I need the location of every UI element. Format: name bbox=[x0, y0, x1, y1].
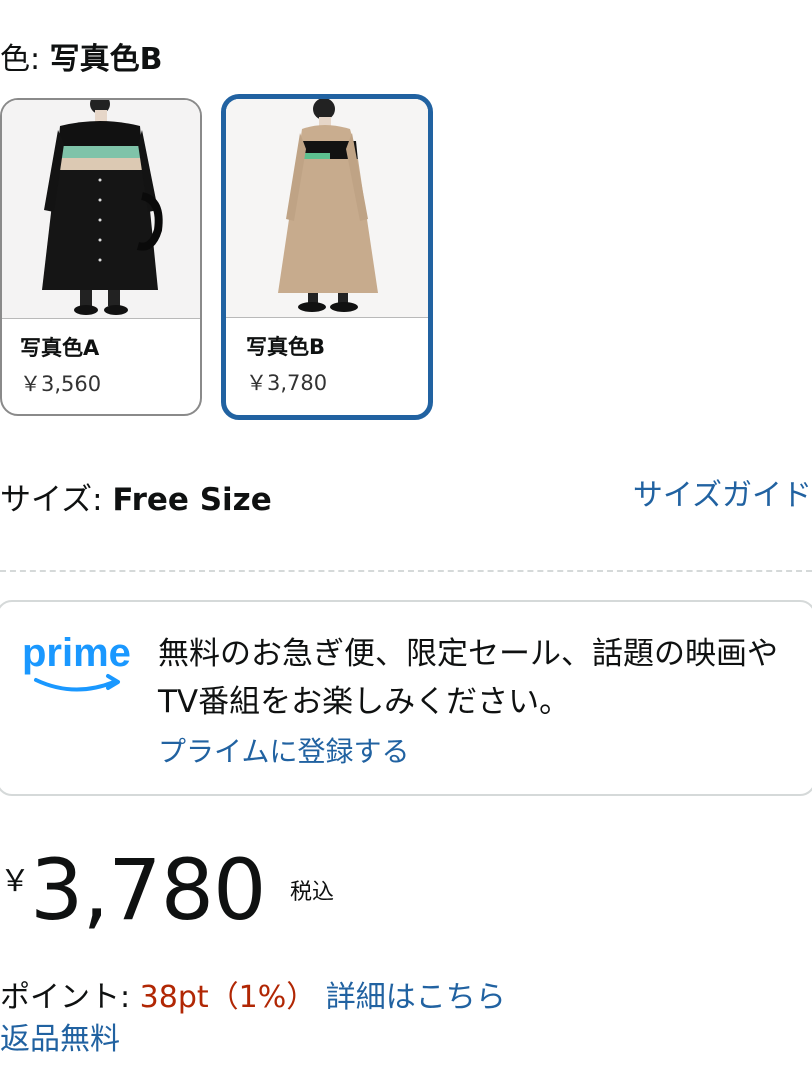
swatch-name: 写真色A bbox=[20, 336, 100, 360]
points-row: ポイント: 38pt（1%） 詳細はこちら bbox=[0, 972, 506, 1016]
color-swatch-b[interactable]: 写真色B ￥3,780 bbox=[221, 94, 433, 420]
points-value: 38pt（1%） bbox=[139, 980, 317, 1015]
swatch-name: 写真色B bbox=[246, 335, 326, 359]
selected-size-value: Free Size bbox=[112, 482, 272, 518]
color-swatch-a[interactable]: 写真色A ￥3,560 bbox=[0, 98, 202, 416]
color-selection-label: 色: 写真色B bbox=[0, 34, 163, 78]
section-divider bbox=[0, 570, 812, 572]
prime-signup-link[interactable]: プライムに登録する bbox=[158, 730, 409, 770]
swatch-divider bbox=[226, 317, 428, 318]
color-label: 色: bbox=[0, 42, 50, 77]
product-price: ￥3,780 bbox=[0, 848, 266, 932]
swatch-price: ￥3,560 bbox=[20, 372, 102, 396]
product-image-black-dress bbox=[2, 100, 200, 318]
selected-color-value: 写真色B bbox=[49, 42, 163, 77]
size-label: サイズ: bbox=[0, 482, 113, 518]
free-returns-link[interactable]: 返品無料 bbox=[0, 1014, 120, 1058]
swatch-divider bbox=[2, 318, 200, 319]
size-guide-link[interactable]: サイズガイド bbox=[633, 470, 812, 514]
points-label: ポイント: bbox=[0, 980, 140, 1015]
price-amount: 3,780 bbox=[30, 841, 266, 939]
prime-logo-text: prime bbox=[22, 632, 131, 675]
points-details-link[interactable]: 詳細はこちら bbox=[326, 980, 506, 1015]
product-image-beige-dress bbox=[226, 99, 428, 317]
prime-logo-icon: prime bbox=[22, 631, 138, 708]
tax-note: 税込 bbox=[290, 880, 335, 905]
currency-symbol: ￥ bbox=[0, 864, 30, 899]
swatch-price: ￥3,780 bbox=[246, 371, 328, 395]
prime-description: 無料のお急ぎ便、限定セール、話題の映画やTV番組をお楽しみください。 bbox=[158, 636, 778, 720]
size-selection-label: サイズ: Free Size bbox=[0, 474, 272, 519]
